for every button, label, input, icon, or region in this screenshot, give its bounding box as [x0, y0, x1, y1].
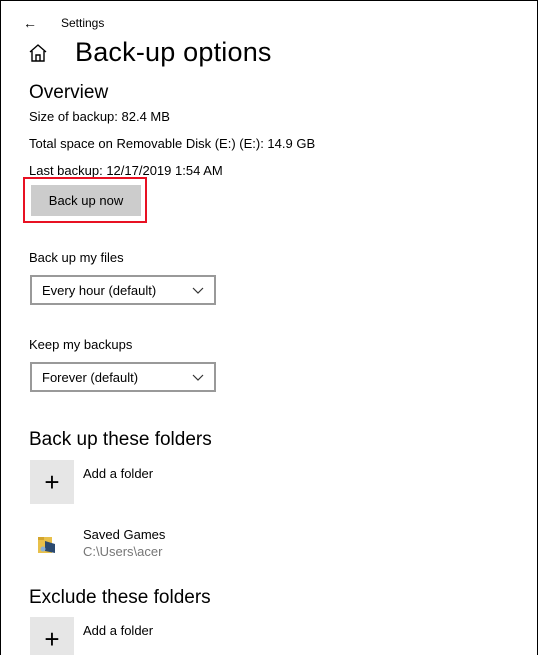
back-arrow-icon[interactable]: ← — [23, 15, 43, 31]
chevron-down-icon — [192, 284, 204, 296]
add-exclude-folder-label[interactable]: Add a folder — [83, 623, 153, 638]
add-exclude-folder-button[interactable]: + — [30, 617, 74, 655]
add-backup-folder-button[interactable]: + — [30, 460, 74, 504]
last-backup-text: Last backup: 12/17/2019 1:54 AM — [29, 163, 223, 178]
page-title: Back-up options — [75, 37, 272, 67]
page-header: Back-up options — [27, 37, 272, 68]
app-title: Settings — [61, 16, 105, 30]
add-backup-folder-label[interactable]: Add a folder — [83, 466, 153, 481]
keep-backups-value: Forever (default) — [42, 369, 139, 385]
total-space-text: Total space on Removable Disk (E:) (E:):… — [29, 136, 316, 151]
plus-icon: + — [44, 466, 60, 497]
backup-size-text: Size of backup: 82.4 MB — [29, 109, 170, 124]
exclude-folders-heading: Exclude these folders — [29, 587, 211, 608]
backup-frequency-value: Every hour (default) — [42, 282, 157, 298]
backup-files-label: Back up my files — [29, 250, 124, 265]
plus-icon: + — [44, 623, 60, 654]
backup-frequency-dropdown[interactable]: Every hour (default) — [30, 275, 216, 305]
backup-folders-heading: Back up these folders — [29, 429, 212, 450]
title-bar: ← Settings — [23, 13, 104, 33]
home-icon[interactable] — [27, 42, 49, 64]
overview-heading: Overview — [29, 82, 109, 103]
keep-backups-dropdown[interactable]: Forever (default) — [30, 362, 216, 392]
keep-backups-label: Keep my backups — [29, 337, 133, 352]
folder-name: Saved Games — [83, 527, 166, 542]
folder-path: C:\Users\acer — [83, 544, 163, 559]
settings-window: ← Settings Back-up options Overview Size… — [0, 0, 538, 655]
back-up-now-button[interactable]: Back up now — [31, 185, 141, 216]
chevron-down-icon — [192, 371, 204, 383]
folder-icon — [37, 533, 57, 555]
